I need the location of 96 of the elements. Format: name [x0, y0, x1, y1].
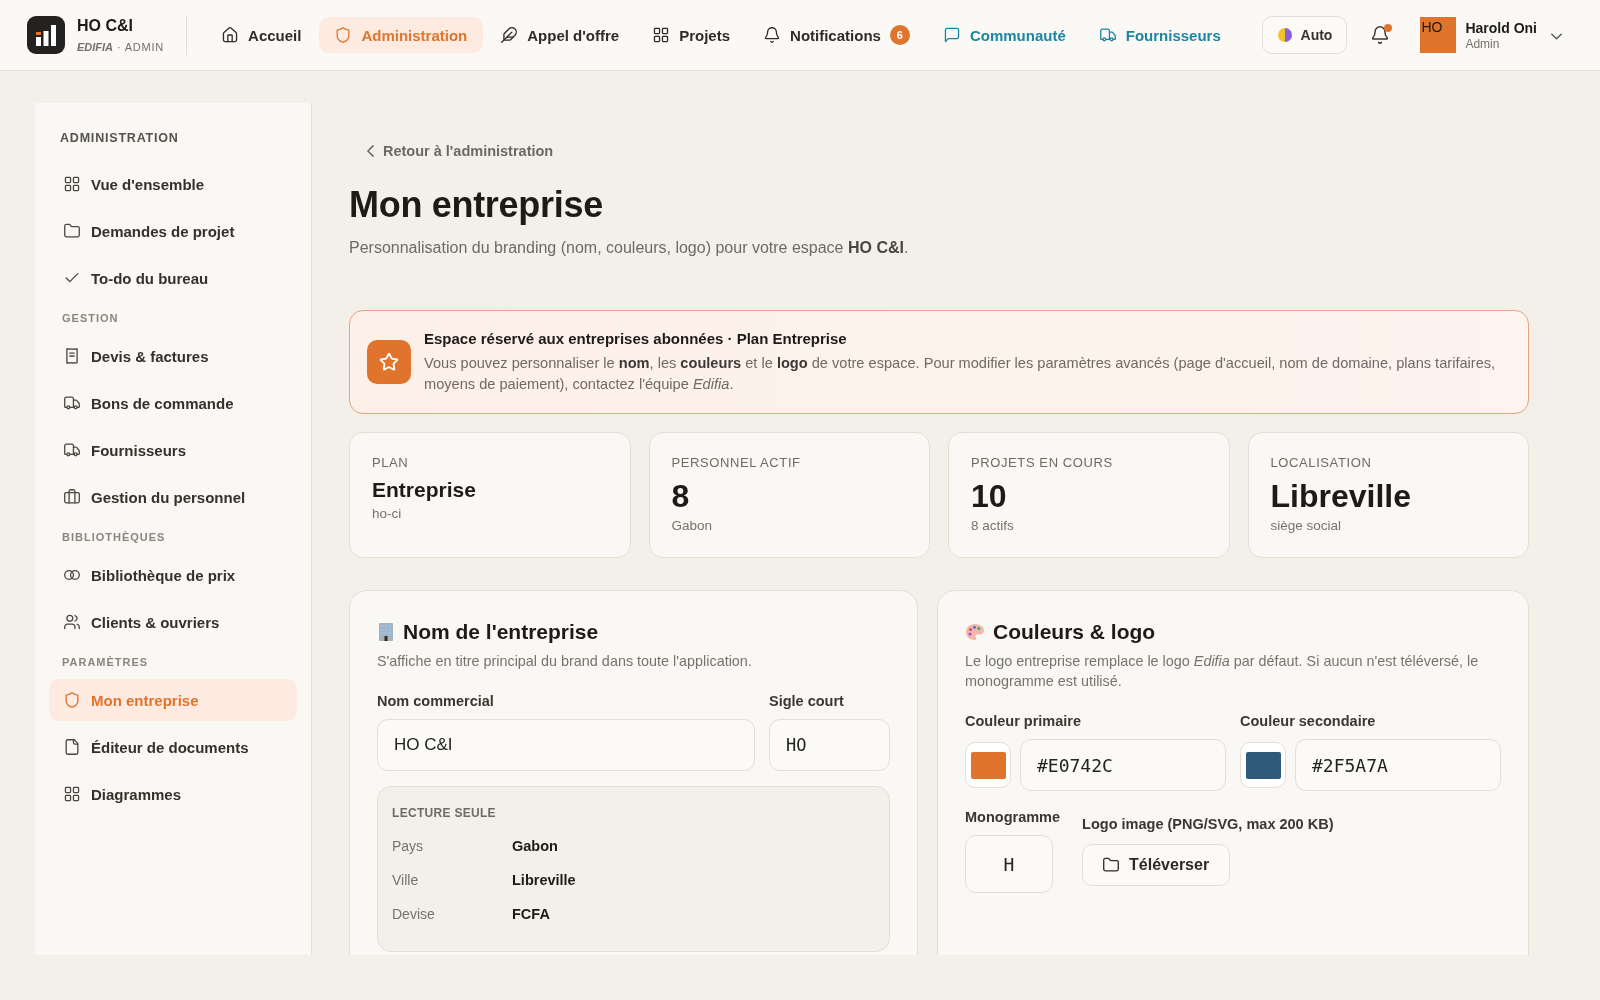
field-label: Couleur primaire	[965, 712, 1083, 731]
info-label: Ville	[392, 871, 420, 889]
stat-label: PROJETS EN COURS	[971, 455, 1114, 471]
monogram-input[interactable]: H	[965, 835, 1053, 893]
home-icon	[222, 27, 239, 43]
nav-link[interactable]: Projets	[637, 17, 747, 53]
field-label: Monogramme	[965, 808, 1061, 827]
office-building-icon	[377, 622, 395, 642]
hex-input[interactable]: #E0742C	[1020, 739, 1226, 791]
user-name: Harold Oni	[1465, 19, 1537, 37]
nav-link[interactable]: Fournisseurs	[1083, 17, 1237, 53]
stat-label: PLAN	[372, 455, 410, 471]
banner-text: Vous pouvez personnaliser le nom, les couleurs et le logo de votre espace. Pour modifier les paramètres avancés (page d'accueil, nom de domaine, plans tarifaires, moyens de paiement), contactez l'équipe Edifia.	[424, 354, 1497, 394]
brand-name: HO C&I	[77, 16, 134, 35]
grid-icon	[653, 27, 670, 43]
stat-label: PERSONNEL ACTIF	[671, 455, 802, 471]
field-label: Nom commercial	[377, 692, 495, 711]
sidebar-heading: BIBLIOTHÈQUES	[61, 530, 167, 545]
sidebar-heading: ADMINISTRATION	[59, 130, 180, 146]
sidebar-item[interactable]: Vue d'ensemble	[49, 163, 297, 205]
bar-chart-logo-icon	[27, 16, 65, 54]
palette-icon	[965, 623, 985, 641]
user-avatar[interactable]: HO	[1420, 17, 1457, 53]
feather-icon	[501, 27, 518, 43]
truck-icon	[1099, 27, 1116, 43]
nav-link[interactable]: Accueil	[206, 17, 318, 53]
upload-button[interactable]: Téléverser	[1082, 844, 1231, 886]
stat-value: 10	[971, 477, 1008, 515]
card-description: S'affiche en titre principal du brand dans toute l'application.	[377, 652, 753, 671]
truck-icon	[64, 442, 80, 458]
info-label: Devise	[392, 905, 436, 923]
page-title: Mon entreprise	[349, 183, 604, 227]
card-title: Nom de l'entreprise	[403, 619, 599, 645]
bell-icon[interactable]	[1371, 26, 1390, 44]
field-label: Logo image (PNG/SVG, max 200 KB)	[1082, 815, 1334, 834]
chevron-left-icon	[367, 145, 374, 157]
stat-note: Gabon	[671, 517, 714, 535]
shield-icon	[335, 27, 352, 43]
nav-link[interactable]: Notifications 6	[748, 17, 926, 53]
info-value: Libreville	[512, 871, 577, 889]
text-input[interactable]: HO	[769, 719, 890, 771]
sidebar-item[interactable]: Gestion du personnel	[49, 476, 297, 518]
count-badge: 6	[889, 25, 910, 45]
grid-icon	[64, 786, 80, 802]
field-label: Sigle court	[769, 692, 845, 711]
nav-link[interactable]: Communauté	[927, 17, 1082, 53]
sidebar-heading: GESTION	[61, 311, 120, 326]
stat-note: ho-ci	[372, 505, 403, 523]
briefcase-icon	[64, 489, 80, 505]
stat-value: 8	[671, 477, 691, 515]
stat-value: Entreprise	[372, 477, 477, 503]
sidebar-item[interactable]: Clients & ouvriers	[49, 601, 297, 643]
bell-icon	[764, 27, 781, 43]
chevron-down-icon[interactable]	[1551, 33, 1562, 40]
sidebar-item[interactable]: Bons de commande	[49, 382, 297, 424]
user-role: Admin	[1465, 36, 1501, 51]
brand-tagline: EDIFIA · ADMIN	[77, 39, 165, 54]
file-icon	[64, 739, 80, 755]
back-link[interactable]: Retour à l'administration	[349, 137, 554, 165]
stat-note: 8 actifs	[971, 517, 1015, 535]
stat-label: LOCALISATION	[1270, 455, 1373, 471]
folder-icon	[1103, 857, 1120, 873]
card-description: Le logo entreprise remplace le logo Edifia par défaut. Si aucun n'est téléversé, le monogramme est utilisé.	[965, 652, 1480, 691]
color-picker-button[interactable]	[965, 742, 1011, 788]
text-input[interactable]: HO C&I	[377, 719, 755, 771]
folder-icon	[64, 223, 80, 239]
sidebar-item[interactable]: Fournisseurs	[49, 429, 297, 471]
stat-note: siège social	[1270, 517, 1343, 535]
grid-icon	[64, 176, 80, 192]
banner-title: Espace réservé aux entreprises abonnées · Plan Entreprise	[424, 329, 848, 349]
sidebar-item[interactable]: Diagrammes	[49, 773, 297, 815]
color-picker-button[interactable]	[1240, 742, 1286, 788]
sidebar-item[interactable]: Demandes de projet	[49, 210, 297, 252]
sidebar-item[interactable]: To-do du bureau	[49, 257, 297, 299]
truck-icon	[64, 395, 80, 411]
chat-icon	[943, 27, 960, 43]
sidebar-item[interactable]: Devis & factures	[49, 335, 297, 377]
half-circle-icon	[1276, 27, 1293, 43]
theme-button[interactable]: Auto	[1261, 16, 1348, 54]
page-subtitle: Personnalisation du branding (nom, couleurs, logo) pour votre espace HO C&I.	[349, 238, 910, 258]
card-title: Couleurs & logo	[993, 619, 1156, 645]
shield-icon	[64, 692, 80, 708]
field-label: Couleur secondaire	[1240, 712, 1377, 731]
info-label: Pays	[392, 837, 425, 855]
sidebar-item[interactable]: Bibliothèque de prix	[49, 554, 297, 596]
sidebar-heading: PARAMÈTRES	[61, 655, 150, 670]
receipt-icon	[64, 348, 80, 364]
panel-heading: LECTURE SEULE	[392, 805, 497, 821]
stat-value: Libreville	[1270, 477, 1412, 515]
info-value: FCFA	[512, 905, 551, 923]
sidebar-item[interactable]: Éditeur de documents	[49, 726, 297, 768]
hex-input[interactable]: #2F5A7A	[1295, 739, 1501, 791]
users-icon	[64, 614, 80, 630]
info-value: Gabon	[512, 837, 559, 855]
nav-link[interactable]: Appel d'offre	[485, 17, 636, 53]
coins-icon	[64, 567, 80, 583]
